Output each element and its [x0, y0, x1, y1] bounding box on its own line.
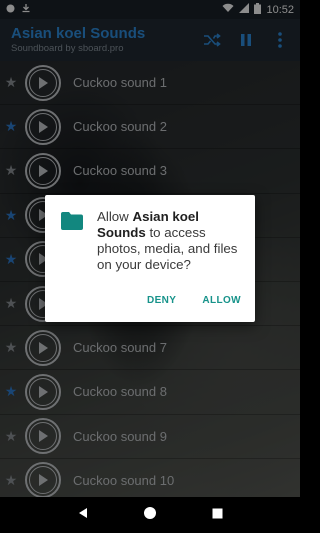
- allow-button[interactable]: ALLOW: [202, 295, 241, 306]
- permission-dialog: Allow Asian koel Sounds to access photos…: [45, 195, 255, 322]
- recents-icon[interactable]: [212, 506, 223, 524]
- folder-icon: [61, 212, 83, 230]
- home-icon[interactable]: [143, 506, 157, 525]
- permission-message: Allow Asian koel Sounds to access photos…: [97, 209, 238, 272]
- back-icon[interactable]: [78, 506, 88, 524]
- navigation-bar: [0, 497, 300, 533]
- deny-button[interactable]: DENY: [147, 295, 176, 306]
